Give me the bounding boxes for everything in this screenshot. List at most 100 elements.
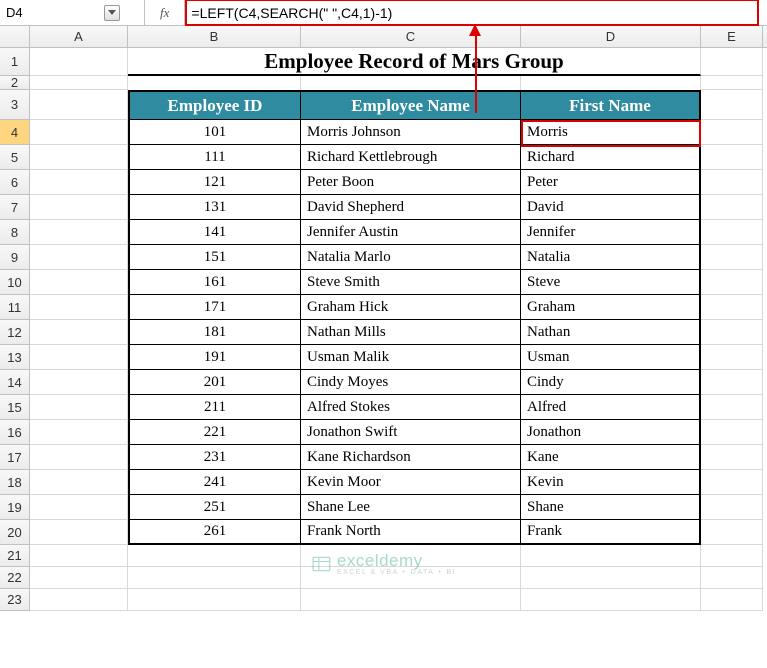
cell-employee-id[interactable]: 111 <box>128 145 301 170</box>
cell[interactable] <box>701 320 763 345</box>
cell-employee-name[interactable]: Shane Lee <box>301 495 521 520</box>
select-all-corner[interactable] <box>0 26 30 47</box>
cell-employee-id[interactable]: 121 <box>128 170 301 195</box>
cell[interactable] <box>30 195 128 220</box>
cell[interactable] <box>701 567 763 589</box>
cell[interactable] <box>701 145 763 170</box>
cell[interactable] <box>30 220 128 245</box>
row-header[interactable]: 7 <box>0 195 30 220</box>
cell-first-name[interactable]: Kevin <box>521 470 701 495</box>
cell[interactable] <box>30 395 128 420</box>
header-employee-id[interactable]: Employee ID <box>128 90 301 120</box>
cell-employee-id[interactable]: 211 <box>128 395 301 420</box>
cell[interactable] <box>30 445 128 470</box>
cell-first-name[interactable]: Natalia <box>521 245 701 270</box>
cell[interactable] <box>701 420 763 445</box>
cell[interactable] <box>701 545 763 567</box>
fx-button[interactable]: fx <box>160 5 169 21</box>
row-header[interactable]: 4 <box>0 120 30 145</box>
cell[interactable] <box>701 589 763 611</box>
cell[interactable] <box>301 76 521 90</box>
row-header[interactable]: 14 <box>0 370 30 395</box>
row-header[interactable]: 15 <box>0 395 30 420</box>
cell[interactable] <box>521 545 701 567</box>
cell-employee-name[interactable]: Nathan Mills <box>301 320 521 345</box>
formula-input[interactable] <box>185 0 767 25</box>
cell-employee-name[interactable]: Alfred Stokes <box>301 395 521 420</box>
cell-employee-id[interactable]: 151 <box>128 245 301 270</box>
cell-employee-name[interactable]: David Shepherd <box>301 195 521 220</box>
cell[interactable] <box>30 370 128 395</box>
cell-first-name[interactable]: Jonathon <box>521 420 701 445</box>
cell[interactable] <box>30 470 128 495</box>
cell-employee-id[interactable]: 171 <box>128 295 301 320</box>
cell-first-name[interactable]: Cindy <box>521 370 701 395</box>
cell-first-name[interactable]: Shane <box>521 495 701 520</box>
cell-employee-name[interactable]: Natalia Marlo <box>301 245 521 270</box>
cell[interactable] <box>30 567 128 589</box>
cell[interactable] <box>30 320 128 345</box>
cell-employee-id[interactable]: 251 <box>128 495 301 520</box>
cell[interactable] <box>701 195 763 220</box>
row-header[interactable]: 13 <box>0 345 30 370</box>
row-header[interactable]: 10 <box>0 270 30 295</box>
cell[interactable] <box>30 48 128 76</box>
cell[interactable] <box>128 545 301 567</box>
cell[interactable] <box>701 76 763 90</box>
cell[interactable] <box>701 48 763 76</box>
cell[interactable] <box>30 145 128 170</box>
cell-first-name[interactable]: Peter <box>521 170 701 195</box>
row-header[interactable]: 16 <box>0 420 30 445</box>
cell[interactable] <box>521 589 701 611</box>
cell-employee-id[interactable]: 141 <box>128 220 301 245</box>
cell-employee-name[interactable]: Usman Malik <box>301 345 521 370</box>
name-box[interactable] <box>0 3 100 22</box>
cell[interactable] <box>30 295 128 320</box>
cell[interactable] <box>701 220 763 245</box>
cell-employee-id[interactable]: 181 <box>128 320 301 345</box>
cell-employee-name[interactable]: Morris Johnson <box>301 120 521 145</box>
row-header[interactable]: 9 <box>0 245 30 270</box>
title-cell[interactable]: Employee Record of Mars Group <box>128 48 701 76</box>
cell[interactable] <box>30 120 128 145</box>
cell-employee-name[interactable]: Jennifer Austin <box>301 220 521 245</box>
cell[interactable] <box>30 76 128 90</box>
cell-employee-id[interactable]: 131 <box>128 195 301 220</box>
row-header[interactable]: 6 <box>0 170 30 195</box>
cell-employee-id[interactable]: 241 <box>128 470 301 495</box>
cell[interactable] <box>701 90 763 120</box>
cell-employee-name[interactable]: Kevin Moor <box>301 470 521 495</box>
cell[interactable] <box>30 90 128 120</box>
cell-employee-name[interactable]: Frank North <box>301 520 521 545</box>
cell-first-name[interactable]: Richard <box>521 145 701 170</box>
row-header[interactable]: 21 <box>0 545 30 567</box>
cell-first-name[interactable]: Usman <box>521 345 701 370</box>
row-header[interactable]: 22 <box>0 567 30 589</box>
name-box-dropdown[interactable] <box>104 5 120 21</box>
cell-first-name[interactable]: Steve <box>521 270 701 295</box>
cell[interactable] <box>30 420 128 445</box>
cell[interactable] <box>701 245 763 270</box>
col-header-B[interactable]: B <box>128 26 301 47</box>
cell[interactable] <box>701 470 763 495</box>
cell-employee-name[interactable]: Steve Smith <box>301 270 521 295</box>
cell[interactable] <box>701 345 763 370</box>
row-header[interactable]: 18 <box>0 470 30 495</box>
row-header[interactable]: 8 <box>0 220 30 245</box>
row-header[interactable]: 5 <box>0 145 30 170</box>
row-header[interactable]: 17 <box>0 445 30 470</box>
cell[interactable] <box>30 245 128 270</box>
cell[interactable] <box>30 345 128 370</box>
cell[interactable] <box>128 76 301 90</box>
header-first-name[interactable]: First Name <box>521 90 701 120</box>
col-header-C[interactable]: C <box>301 26 521 47</box>
cell-employee-name[interactable]: Richard Kettlebrough <box>301 145 521 170</box>
cell-first-name[interactable]: Morris <box>521 120 701 145</box>
col-header-D[interactable]: D <box>521 26 701 47</box>
cell-first-name[interactable]: Alfred <box>521 395 701 420</box>
cell[interactable] <box>128 589 301 611</box>
cell-employee-id[interactable]: 221 <box>128 420 301 445</box>
row-header[interactable]: 2 <box>0 76 30 90</box>
cell[interactable] <box>521 567 701 589</box>
row-header[interactable]: 12 <box>0 320 30 345</box>
